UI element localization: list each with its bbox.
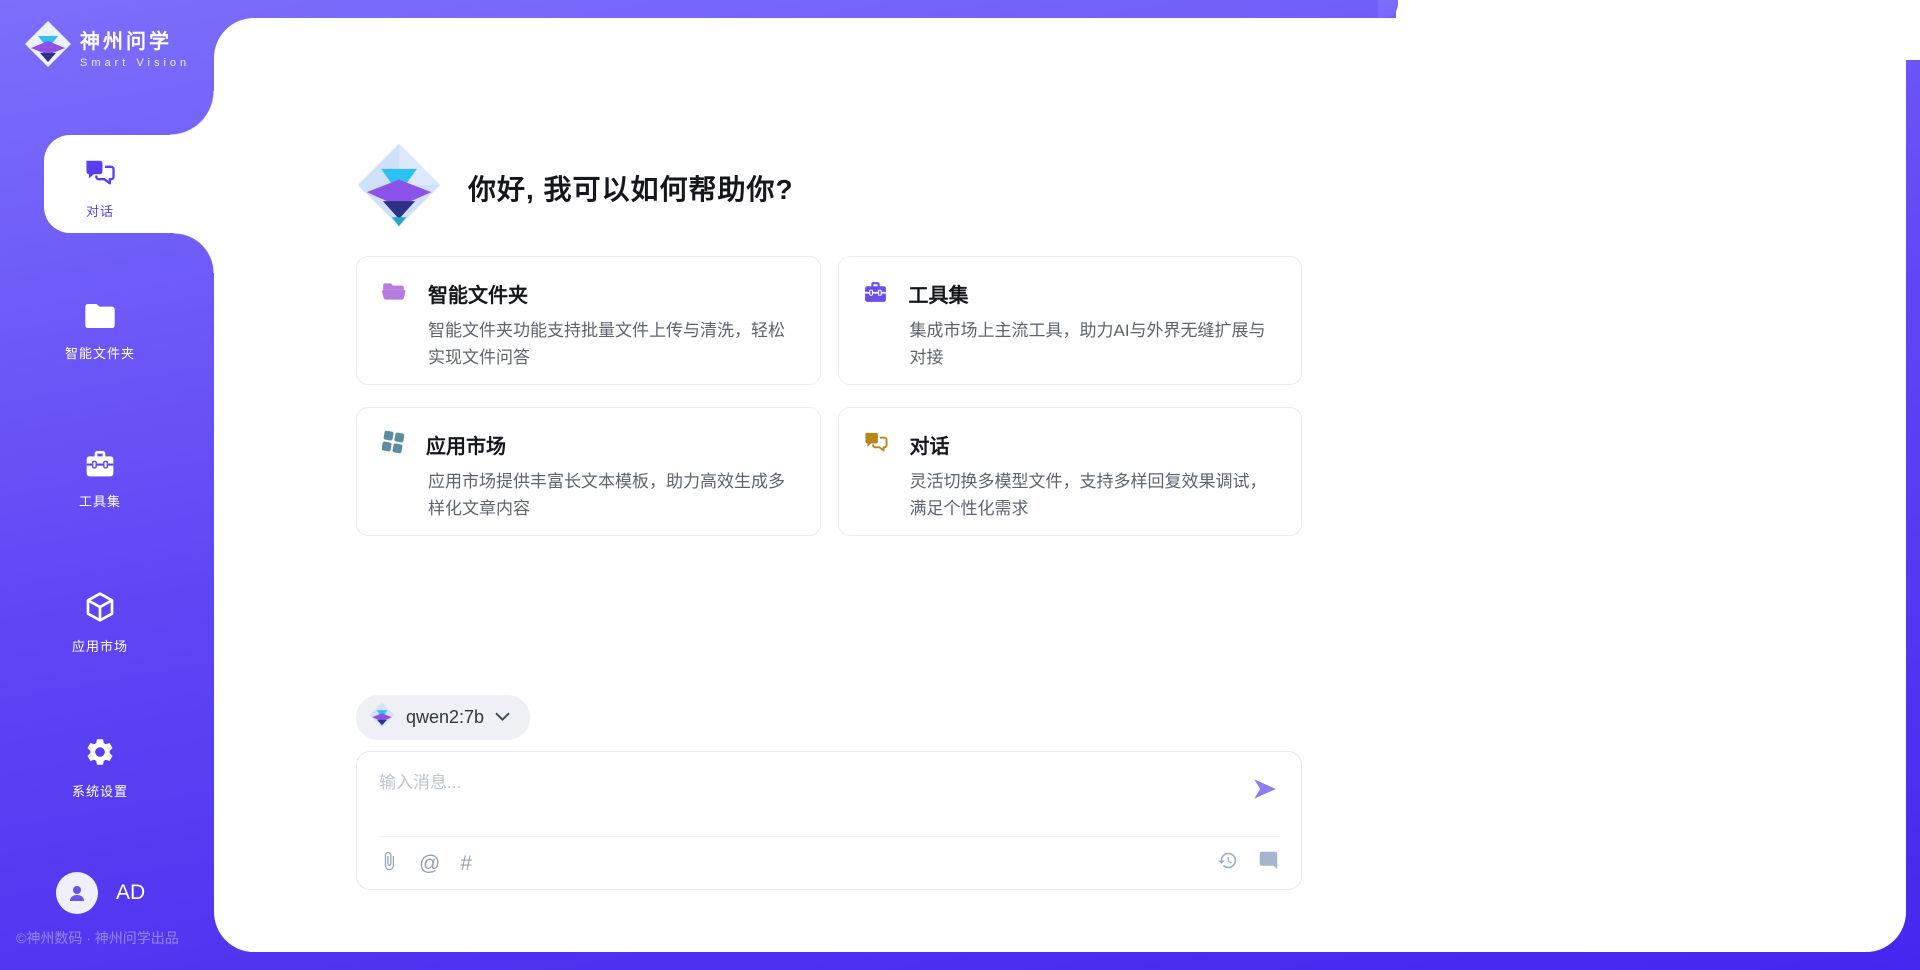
sidebar-item-folders[interactable]: 智能文件夹 — [0, 302, 200, 362]
hash-icon: # — [460, 853, 472, 874]
greeting: 你好, 我可以如何帮助你? — [356, 142, 794, 233]
brand-subtitle: Smart Vision — [80, 57, 190, 69]
sidebar-item-market[interactable]: 应用市场 — [0, 591, 200, 655]
model-selector[interactable]: qwen2:7b — [356, 695, 530, 740]
card-desc: 应用市场提供丰富长文本模板，助力高效生成多样化文章内容 — [428, 468, 796, 522]
feature-card-folders[interactable]: 智能文件夹 智能文件夹功能支持批量文件上传与清洗，轻松实现文件问答 — [356, 256, 821, 385]
composer-divider — [379, 836, 1279, 837]
feature-card-chat[interactable]: 对话 灵活切换多模型文件，支持多样回复效果调试，满足个性化需求 — [838, 407, 1303, 536]
hero-logo-icon — [356, 142, 442, 233]
user-initials: AD — [116, 881, 145, 905]
card-desc: 集成市场上主流工具，助力AI与外界无缝扩展与对接 — [910, 317, 1278, 371]
chat-bubble-icon — [1258, 850, 1279, 877]
chevron-down-icon — [495, 709, 510, 727]
feature-card-market[interactable]: 应用市场 应用市场提供丰富长文本模板，助力高效生成多样化文章内容 — [356, 407, 821, 536]
at-icon: @ — [419, 853, 440, 874]
card-desc: 灵活切换多模型文件，支持多样回复效果调试，满足个性化需求 — [910, 468, 1278, 522]
card-title: 工具集 — [909, 279, 969, 308]
toolbox-icon — [84, 448, 116, 480]
sidebar-item-settings[interactable]: 系统设置 — [0, 736, 200, 800]
sidebar-item-chat[interactable]: 对话 — [0, 158, 200, 220]
cube-icon — [84, 591, 116, 623]
mention-button[interactable]: @ — [419, 853, 440, 874]
feature-card-tools[interactable]: 工具集 集成市场上主流工具，助力AI与外界无缝扩展与对接 — [838, 256, 1303, 385]
greeting-title: 你好, 我可以如何帮助你? — [468, 168, 794, 208]
chat-icon — [863, 431, 889, 459]
attach-button[interactable] — [379, 851, 399, 877]
card-title: 对话 — [910, 430, 950, 459]
gear-icon — [84, 736, 116, 768]
avatar — [56, 872, 98, 914]
brand: 神州问学 Smart Vision — [24, 20, 190, 73]
user-profile[interactable]: AD — [56, 872, 145, 914]
paperclip-icon — [379, 851, 399, 877]
sidebar-item-label: 智能文件夹 — [0, 343, 200, 362]
folder-icon — [84, 302, 116, 334]
sidebar-footer: ©神州数码 · 神州问学出品 — [16, 928, 179, 948]
brand-logo-icon — [24, 20, 72, 73]
history-button[interactable] — [1217, 850, 1238, 877]
send-icon — [1252, 790, 1278, 805]
history-icon — [1217, 850, 1238, 877]
app-window: 神州问学 Smart Vision 对话 智能文件夹 — [0, 0, 1920, 970]
send-button[interactable] — [1251, 776, 1279, 804]
top-strip-rounded-end — [1378, 0, 1398, 18]
sidebar-item-label: 工具集 — [0, 491, 200, 510]
sidebar-item-label: 应用市场 — [0, 636, 200, 655]
sidebar-item-label: 系统设置 — [0, 781, 200, 800]
composer: @ # — [356, 751, 1302, 890]
toolbox-icon — [863, 280, 888, 308]
tiles-icon — [381, 430, 405, 459]
sidebar-item-tools[interactable]: 工具集 — [0, 448, 200, 510]
model-name: qwen2:7b — [406, 707, 484, 728]
hashtag-button[interactable]: # — [460, 853, 472, 874]
feature-cards: 智能文件夹 智能文件夹功能支持批量文件上传与清洗，轻松实现文件问答 工具集 集成… — [356, 256, 1302, 536]
chat-icon — [84, 158, 116, 190]
composer-toolbar: @ # — [379, 850, 1279, 877]
chat-log-button[interactable] — [1258, 850, 1279, 877]
model-diamond-icon — [369, 702, 395, 733]
sidebar-item-label: 对话 — [0, 201, 200, 220]
brand-name: 神州问学 — [80, 25, 190, 54]
sidebar: 神州问学 Smart Vision 对话 智能文件夹 — [0, 0, 214, 970]
message-input[interactable] — [379, 768, 1199, 826]
card-title: 智能文件夹 — [428, 279, 528, 308]
card-desc: 智能文件夹功能支持批量文件上传与清洗，轻松实现文件问答 — [428, 317, 796, 371]
card-title: 应用市场 — [426, 430, 506, 459]
folder-open-icon — [381, 280, 407, 307]
